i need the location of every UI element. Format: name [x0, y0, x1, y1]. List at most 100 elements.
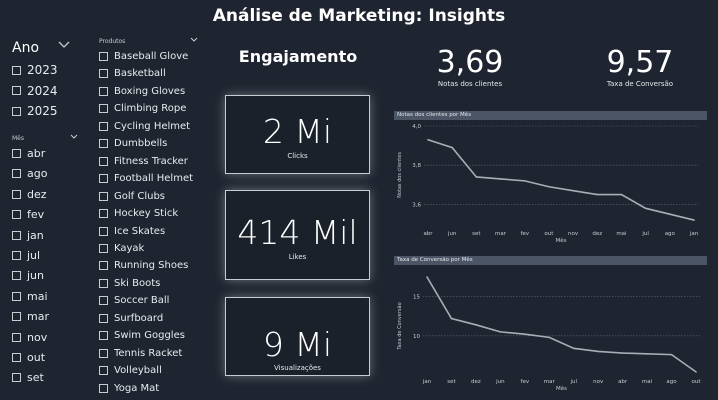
mes-item[interactable]: dez: [12, 188, 47, 201]
produto-item[interactable]: Dumbbells: [99, 138, 167, 149]
checkbox[interactable]: [12, 210, 21, 220]
mes-item[interactable]: abr: [12, 147, 45, 160]
produto-item[interactable]: Football Helmet: [99, 173, 193, 184]
checkbox[interactable]: [99, 121, 108, 131]
checkbox[interactable]: [99, 104, 108, 114]
produto-item[interactable]: Tennis Racket: [99, 348, 182, 359]
produto-item-label: Cycling Helmet: [114, 120, 191, 132]
data-point: [499, 331, 502, 333]
mes-item-label: jan: [27, 228, 44, 242]
checkbox[interactable]: [12, 271, 21, 281]
checkbox[interactable]: [12, 373, 21, 383]
produto-item[interactable]: Volleyball: [99, 365, 162, 376]
mes-item[interactable]: nov: [12, 331, 47, 344]
checkbox[interactable]: [99, 296, 108, 306]
chevron-down-icon[interactable]: [70, 133, 78, 143]
ano-item[interactable]: 2025: [12, 104, 58, 118]
ano-item[interactable]: 2024: [12, 84, 58, 98]
mes-item-label: abr: [27, 147, 46, 160]
mes-item[interactable]: out: [12, 351, 45, 364]
ano-item[interactable]: 2023: [12, 63, 58, 77]
mes-item[interactable]: ago: [12, 167, 47, 180]
checkbox[interactable]: [12, 149, 21, 158]
produto-item[interactable]: Climbing Rope: [99, 103, 186, 114]
checkbox[interactable]: [99, 243, 108, 253]
checkbox[interactable]: [12, 251, 21, 260]
checkbox[interactable]: [12, 230, 21, 240]
y-tick-label: 3,6: [412, 202, 421, 208]
x-tick-label: mai: [642, 379, 653, 385]
checkbox[interactable]: [99, 69, 108, 79]
y-tick-label: 4,0: [412, 124, 421, 130]
checkbox[interactable]: [99, 331, 108, 341]
produtos-slicer: Produtos Baseball Glove Basketball Boxing …: [99, 36, 204, 398]
checkbox[interactable]: [99, 209, 108, 219]
produto-item[interactable]: Cycling Helmet: [99, 121, 190, 132]
clicks-value: 2 Mi: [262, 112, 333, 151]
mes-item[interactable]: set: [12, 371, 44, 384]
produto-item[interactable]: Baseball Glove: [99, 51, 188, 62]
mes-item[interactable]: jul: [12, 249, 40, 262]
data-point: [620, 193, 623, 196]
x-tick-label: nov: [568, 231, 579, 237]
mes-item[interactable]: jan: [12, 229, 44, 242]
mes-item[interactable]: jun: [12, 269, 44, 282]
checkbox[interactable]: [99, 313, 108, 323]
checkbox[interactable]: [99, 191, 108, 201]
checkbox[interactable]: [99, 52, 108, 61]
produto-item[interactable]: Kayak: [99, 243, 144, 254]
checkbox[interactable]: [12, 291, 21, 301]
x-tick-label: fev: [520, 231, 529, 237]
data-point: [427, 138, 429, 141]
x-tick-label: out: [691, 379, 701, 385]
x-tick-label: mai: [616, 231, 627, 237]
mes-item[interactable]: mai: [12, 290, 48, 303]
data-point: [621, 352, 624, 354]
produto-item[interactable]: Swim Goggles: [99, 330, 185, 341]
produto-item-label: Yoga Mat: [114, 382, 160, 394]
chart-taxa-title: Taxa de Conversão por Mês: [394, 256, 707, 265]
checkbox[interactable]: [99, 139, 108, 149]
mes-item[interactable]: mar: [12, 310, 49, 323]
checkbox[interactable]: [12, 169, 21, 179]
produto-item[interactable]: Hockey Stick: [99, 208, 178, 219]
checkbox[interactable]: [99, 156, 108, 166]
checkbox[interactable]: [99, 226, 108, 236]
checkbox[interactable]: [12, 86, 21, 95]
produto-item[interactable]: Surfboard: [99, 313, 163, 324]
checkbox[interactable]: [99, 174, 108, 184]
produto-item[interactable]: Yoga Mat: [99, 383, 159, 394]
checkbox[interactable]: [99, 383, 108, 393]
mes-item-label: jul: [27, 249, 41, 262]
checkbox[interactable]: [12, 189, 21, 199]
checkbox[interactable]: [12, 332, 21, 342]
checkbox[interactable]: [12, 353, 21, 362]
checkbox[interactable]: [99, 278, 108, 288]
produto-item[interactable]: Basketball: [99, 68, 166, 79]
chevron-down-icon[interactable]: [58, 41, 70, 52]
produto-item-label: Football Helmet: [114, 173, 194, 185]
checkbox[interactable]: [99, 86, 108, 96]
data-point: [572, 347, 575, 350]
produto-item[interactable]: Ski Boots: [99, 278, 160, 289]
mes-item[interactable]: fev: [12, 208, 44, 221]
produtos-slicer-label: Produtos: [99, 38, 126, 45]
x-tick-label: mar: [544, 379, 556, 385]
kpi-notas: 3,69 Notas dos clientes: [410, 45, 530, 88]
checkbox[interactable]: [99, 261, 108, 271]
produto-item[interactable]: Soccer Ball: [99, 295, 169, 306]
checkbox[interactable]: [12, 65, 21, 75]
produto-item[interactable]: Boxing Gloves: [99, 86, 185, 97]
checkbox[interactable]: [99, 366, 108, 376]
produto-item[interactable]: Golf Clubs: [99, 191, 165, 202]
kpi-taxa-label: Taxa de Conversão: [606, 80, 674, 88]
chevron-down-icon[interactable]: [190, 36, 198, 46]
checkbox[interactable]: [99, 348, 108, 358]
produto-item[interactable]: Running Shoes: [99, 260, 188, 271]
mes-item-label: jun: [27, 269, 44, 283]
produto-item[interactable]: Ice Skates: [99, 226, 165, 237]
checkbox[interactable]: [12, 312, 21, 322]
produto-item[interactable]: Fitness Tracker: [99, 156, 188, 167]
x-axis-title: Mês: [556, 237, 567, 244]
checkbox[interactable]: [12, 106, 21, 116]
